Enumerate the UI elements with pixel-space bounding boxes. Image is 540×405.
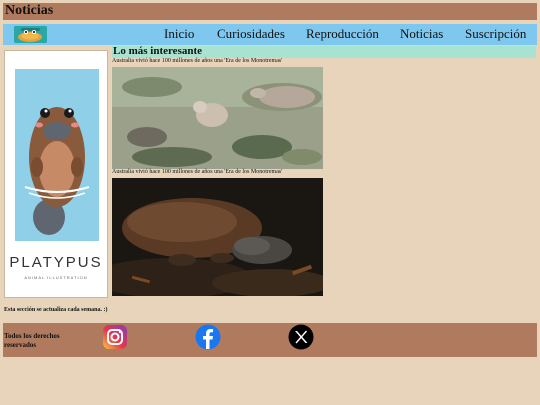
nav-item-curiosidades[interactable]: Curiosidades [217,26,285,42]
article-photo-platypus[interactable] [112,178,323,296]
platypus-illustration: PLATYPUS ANIMAL ILLUSTRATION [4,50,108,298]
illustration-brand: PLATYPUS [9,254,103,271]
instagram-icon[interactable] [102,324,128,350]
page-footer: Todos los derechos reservados [3,323,537,357]
illustration-subtitle: ANIMAL ILLUSTRATION [24,275,88,280]
page-header: Noticias [3,3,537,20]
page-title: Noticias [5,3,54,18]
article-caption[interactable]: Australia vivió hace 100 millones de año… [112,58,282,64]
platypus-illustration-art [15,69,99,241]
perry-platypus-logo[interactable] [14,26,47,43]
nav-item-inicio[interactable]: Inicio [164,26,194,42]
update-note: Esta sección se actualiza cada semana. :… [4,307,108,313]
article-caption[interactable]: Australia vivió hace 100 millones de año… [112,169,282,175]
section-heading: Lo más interesante [113,45,203,57]
article-photo-monotremes[interactable] [112,67,323,169]
nav-item-noticias[interactable]: Noticias [400,26,443,42]
x-icon[interactable] [288,324,314,350]
nav-item-suscripcion[interactable]: Suscripción [465,26,526,42]
copyright-text: Todos los derechos reservados [4,332,60,349]
facebook-icon[interactable] [195,324,221,350]
nav-item-reproduccion[interactable]: Reproducción [306,26,379,42]
nav-bar: Inicio Curiosidades Reproducción Noticia… [3,24,537,45]
